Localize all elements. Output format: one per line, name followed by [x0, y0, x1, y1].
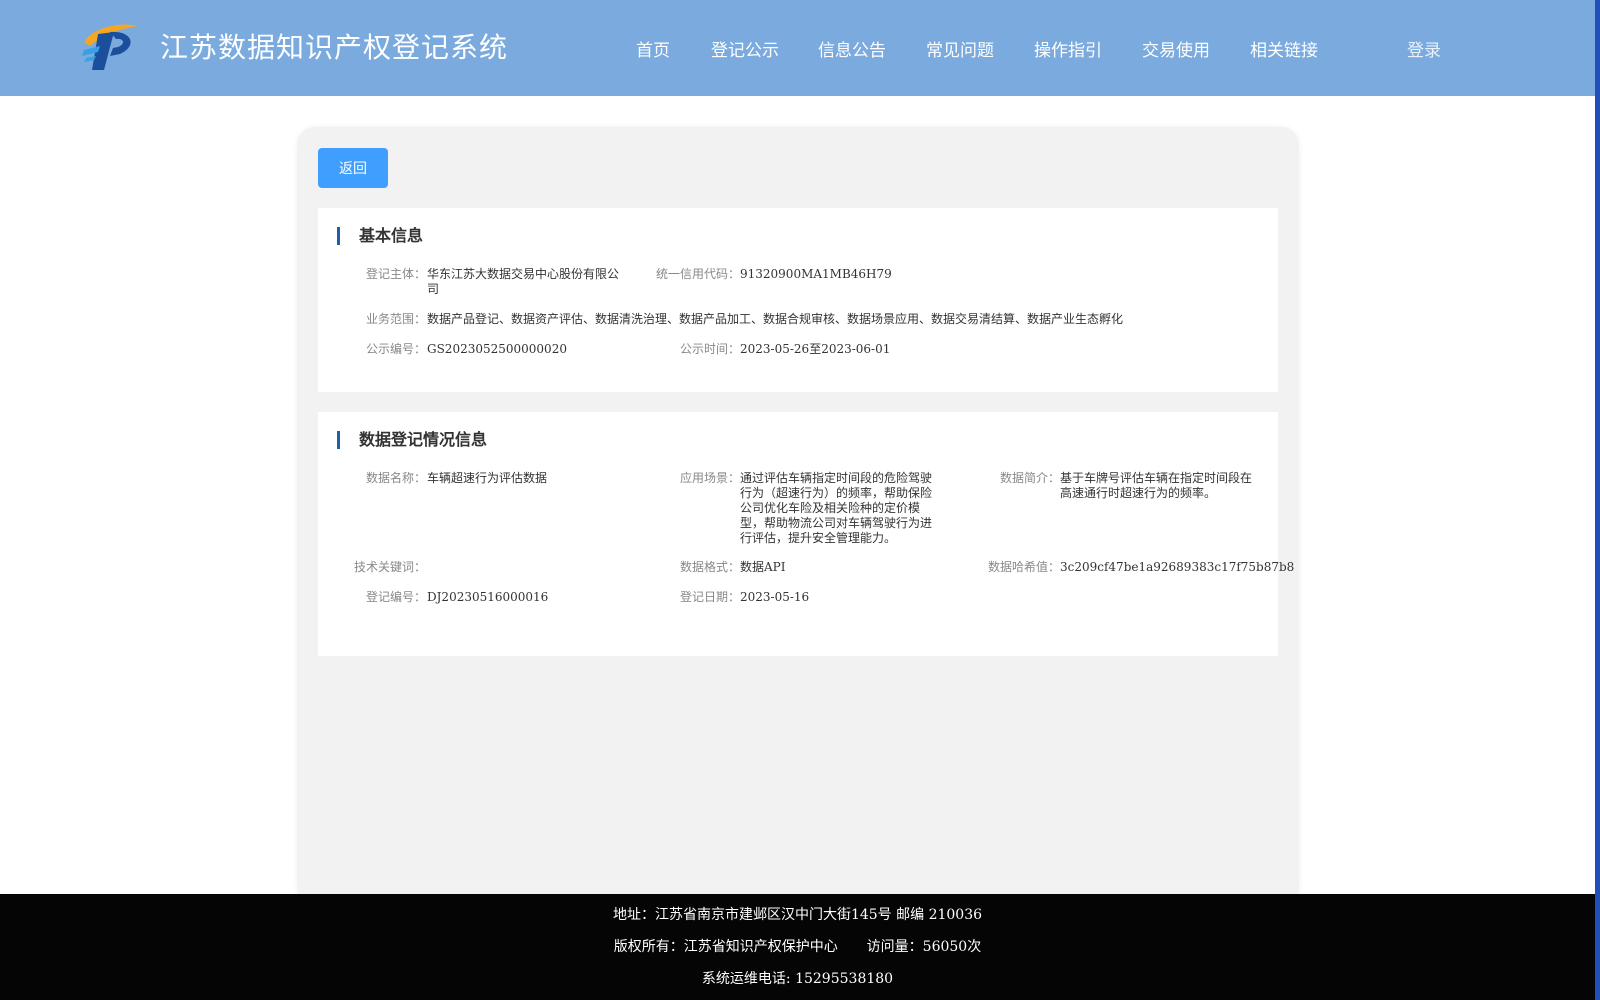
main-nav: 首页 登记公示 信息公告 常见问题 操作指引 交易使用 相关链接 — [0, 36, 1600, 61]
business-scope-label: 业务范围： — [366, 312, 427, 326]
notice-time-value: 2023-05-26至2023-06-01 — [740, 342, 891, 356]
basic-info-title: 基本信息 — [337, 226, 423, 246]
registration-info-card: 数据登记情况信息 数据名称： 车辆超速行为评估数据 应用场景： 通过评估车辆指定… — [318, 412, 1295, 656]
page-footer: 地址：江苏省南京市建邺区汉中门大街145号 邮编 210036 版权所有：江苏省… — [0, 894, 1595, 1000]
notice-number-value: GS2023052500000020 — [427, 342, 567, 356]
back-button[interactable]: 返回 — [318, 148, 388, 188]
data-intro-value: 基于车牌号评估车辆在指定时间段在高速通行时超速行为的频率。 — [1060, 471, 1253, 500]
tech-keywords-label: 技术关键词： — [353, 560, 426, 574]
credit-code-value: 91320900MA1MB46H79 — [740, 267, 892, 281]
application-scene-value: 通过评估车辆指定时间段的危险驾驶行为（超速行为）的频率，帮助保险公司优化车险及相… — [740, 471, 933, 545]
registration-date-value: 2023-05-16 — [740, 590, 810, 604]
registration-info-title: 数据登记情况信息 — [337, 430, 487, 450]
nav-registration-notice[interactable]: 登记公示 — [711, 36, 779, 61]
nav-info-announcement[interactable]: 信息公告 — [818, 36, 886, 61]
registration-number-label: 登记编号： — [366, 590, 427, 604]
nav-home[interactable]: 首页 — [636, 36, 670, 61]
data-name-label: 数据名称： — [366, 471, 427, 485]
application-scene-label: 应用场景： — [679, 471, 740, 485]
business-scope-value: 数据产品登记、数据资产评估、数据清洗治理、数据产品加工、数据合规审核、数据场景应… — [427, 312, 1124, 326]
data-hash-label: 数据哈希值： — [987, 560, 1060, 574]
registration-date-label: 登记日期： — [679, 590, 740, 604]
nav-faq[interactable]: 常见问题 — [926, 36, 994, 61]
credit-code-label: 统一信用代码： — [655, 267, 740, 281]
nav-trade-use[interactable]: 交易使用 — [1142, 36, 1210, 61]
footer-visits: 访问量：56050次 — [866, 939, 982, 955]
basic-info-card: 基本信息 登记主体： 华东江苏大数据交易中心股份有限公司 统一信用代码： 913… — [318, 208, 1278, 392]
data-hash-value: 3c209cf47be1a92689383c17f75b87b8 — [1060, 560, 1295, 574]
footer-copyright-row: 版权所有：江苏省知识产权保护中心 访问量：56050次 — [0, 936, 1595, 956]
data-format-label: 数据格式： — [679, 560, 740, 574]
entity-value: 华东江苏大数据交易中心股份有限公司 — [427, 267, 620, 296]
nav-related-links[interactable]: 相关链接 — [1250, 36, 1318, 61]
entity-label: 登记主体： — [366, 267, 427, 281]
data-name-value: 车辆超速行为评估数据 — [427, 471, 548, 485]
data-format-value: 数据API — [740, 560, 786, 574]
nav-guide[interactable]: 操作指引 — [1034, 36, 1102, 61]
page-edge-strip — [1595, 0, 1600, 1000]
footer-copyright: 版权所有：江苏省知识产权保护中心 — [613, 939, 838, 955]
footer-phone: 系统运维电话: 15295538180 — [701, 971, 894, 987]
registration-number-value: DJ20230516000016 — [427, 590, 549, 604]
login-link[interactable]: 登录 — [1407, 36, 1441, 61]
data-intro-label: 数据简介： — [999, 471, 1060, 485]
notice-time-label: 公示时间： — [679, 342, 740, 356]
notice-number-label: 公示编号： — [366, 342, 427, 356]
footer-address: 地址：江苏省南京市建邺区汉中门大街145号 邮编 210036 — [612, 907, 983, 923]
